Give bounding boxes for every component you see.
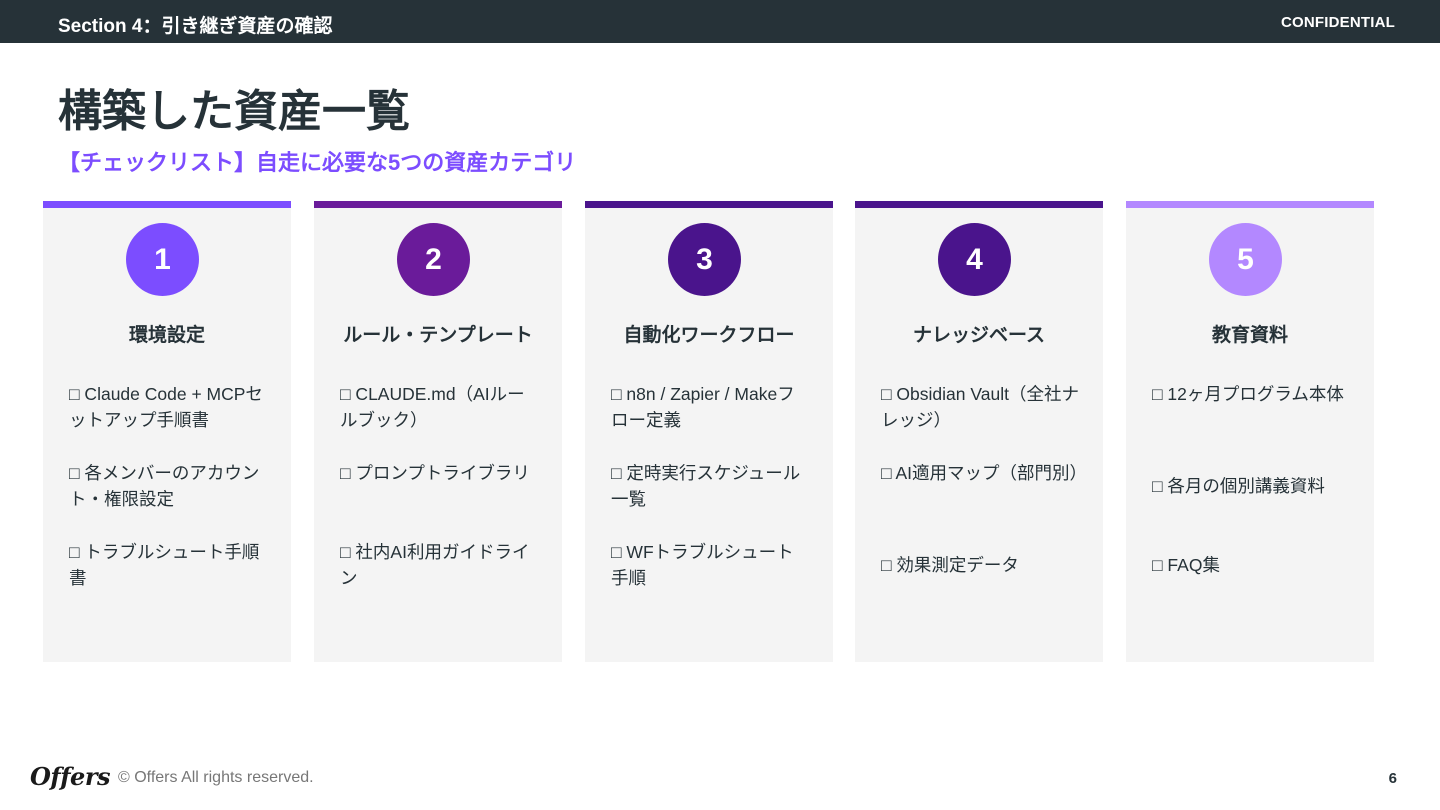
asset-category-cards: 1 環境設定 □ Claude Code + MCPセットアップ手順書 □ 各メ… [43,201,1374,662]
card-title: 環境設定 [128,325,205,346]
card-accent-bar [43,201,291,208]
checklist-item: □ 各月の個別講義資料 [1152,476,1325,496]
section-title: Section 4：引き継ぎ資産の確認 [58,16,333,37]
copyright-text: © Offers All rights reserved. [118,769,314,786]
checklist-item: □ AI適用マップ（部門別） [881,463,1088,483]
card-accent-bar [855,201,1103,208]
card-title: 自動化ワークフロー [623,325,795,346]
card-accent-bar [1126,201,1374,208]
card-title: ナレッジベース [912,325,1046,346]
checklist-item: □ Obsidian Vault（全社ナレッジ） [881,384,1079,430]
card-accent-bar [585,201,833,208]
asset-card-knowledge-base: 4 ナレッジベース □ Obsidian Vault（全社ナレッジ） □ AI適… [855,201,1103,662]
checklist-item: □ 12ヶ月プログラム本体 [1152,384,1344,404]
asset-card-education: 5 教育資料 □ 12ヶ月プログラム本体 □ 各月の個別講義資料 □ FAQ集 [1126,201,1374,662]
checklist-item: □ 社内AI利用ガイドライン [340,542,530,588]
checklist-item: □ n8n / Zapier / Makeフロー定義 [611,384,795,430]
checklist-item: □ 定時実行スケジュール一覧 [611,463,801,509]
checklist-item: □ トラブルシュート手順書 [69,542,260,588]
checklist-item: □ 効果測定データ [881,555,1019,575]
checklist-item: □ WFトラブルシュート手順 [611,542,794,588]
header-bar: Section 4：引き継ぎ資産の確認 CONFIDENTIAL [0,0,1440,43]
card-number-badge: 2 [397,223,470,296]
card-accent-bar [314,201,562,208]
confidential-label: CONFIDENTIAL [1280,14,1395,31]
page-number: 6 [1388,770,1397,787]
checklist-item: □ Claude Code + MCPセットアップ手順書 [69,384,263,430]
card-title: 教育資料 [1211,325,1288,346]
checklist-item: □ 各メンバーのアカウント・権限設定 [69,463,260,509]
card-title: ルール・テンプレート [343,325,533,346]
asset-card-rules-templates: 2 ルール・テンプレート □ CLAUDE.md（AIルールブック） □ プロン… [314,201,562,662]
checklist-item: □ プロンプトライブラリ [340,463,530,483]
card-number-badge: 3 [668,223,741,296]
card-number-badge: 5 [1209,223,1282,296]
card-number-badge: 1 [126,223,199,296]
card-number-badge: 4 [938,223,1011,296]
checklist-item: □ FAQ集 [1152,555,1220,575]
offers-logo: Offers [30,762,110,791]
checklist-item: □ CLAUDE.md（AIルールブック） [340,384,525,430]
page-title: 構築した資産一覧 [58,87,410,136]
asset-card-environment: 1 環境設定 □ Claude Code + MCPセットアップ手順書 □ 各メ… [43,201,291,662]
asset-card-automation: 3 自動化ワークフロー □ n8n / Zapier / Makeフロー定義 □… [585,201,833,662]
page-subtitle: 【チェックリスト】自走に必要な5つの資産カテゴリ [58,150,577,175]
